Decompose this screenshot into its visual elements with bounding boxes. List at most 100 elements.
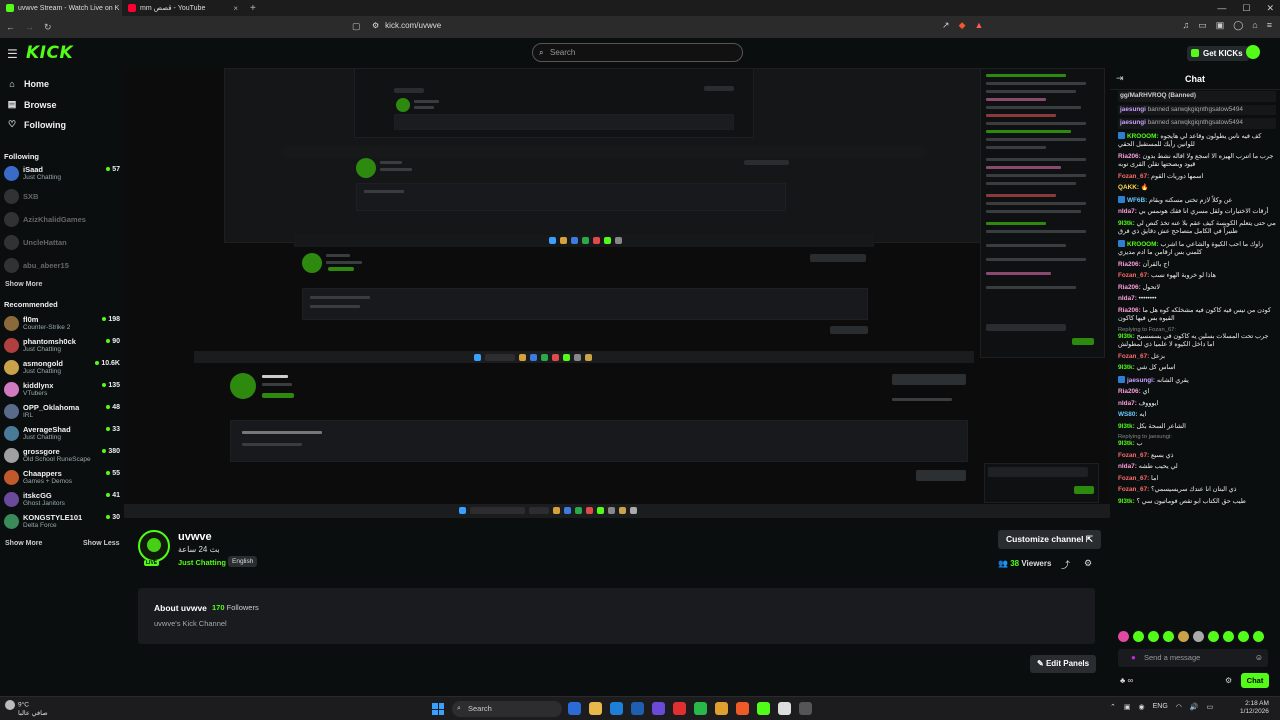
chat-settings-icon[interactable]: ⚙ xyxy=(1225,676,1232,685)
show-more-following-button[interactable]: Show More xyxy=(5,281,42,288)
chat-message[interactable]: Ria206: جرب ما اتنرب الهيزه الا اسجع ولا… xyxy=(1118,153,1276,170)
chat-message[interactable]: WF6B: عن وكلاً لازم تختى مسكنه وبقام xyxy=(1118,195,1276,206)
nav-home[interactable]: ⌂ Home xyxy=(6,79,49,89)
wallet-icon[interactable]: ▣ xyxy=(1216,20,1225,31)
vpn-icon[interactable]: ⌂ xyxy=(1252,20,1257,31)
chat-username[interactable]: 9l3tk: xyxy=(1118,220,1135,227)
user-avatar[interactable] xyxy=(1246,45,1260,59)
chat-username[interactable]: nIda7: xyxy=(1118,208,1137,215)
nav-browse[interactable]: ▤ Browse xyxy=(6,99,57,110)
minimize-icon[interactable]: — xyxy=(1217,3,1226,13)
recommended-channel[interactable]: grossgore Old School RuneScape 380 xyxy=(4,447,120,465)
rewards-icon[interactable]: ▲ xyxy=(975,20,984,31)
chat-username[interactable]: gg/MaRHVROQ (Banned) xyxy=(1120,92,1196,99)
share-icon[interactable]: ⤴ xyxy=(1061,558,1070,571)
chat-message[interactable]: nIda7: أرقات الاختيارات ولقل مسري انا فق… xyxy=(1118,208,1276,217)
clock[interactable]: 2:18 AM 1/12/2026 xyxy=(1240,700,1269,716)
chat-message[interactable]: Fozan_67: اما xyxy=(1118,475,1276,484)
chat-message[interactable]: Fozan_67: بزعل xyxy=(1118,353,1276,362)
emote-icon[interactable] xyxy=(1223,631,1234,642)
chat-message[interactable]: 9l3tk: الشاعر السحة بكل xyxy=(1118,423,1276,432)
recommended-channel[interactable]: kiddlynx VTubers 135 xyxy=(4,381,120,399)
emoji-icon[interactable]: ☺ xyxy=(1255,649,1263,667)
recommended-channel[interactable]: fl0m Counter-Strike 2 198 xyxy=(4,315,120,333)
user-settings-icon[interactable]: ⚙ xyxy=(1084,558,1092,569)
chrome-icon[interactable] xyxy=(715,702,728,715)
search-input[interactable]: ⌕ Search xyxy=(532,43,743,62)
app-icon[interactable] xyxy=(799,702,812,715)
channel-name[interactable]: uvwve xyxy=(178,531,212,543)
kick-app-icon[interactable] xyxy=(757,702,770,715)
chat-message[interactable]: Ria206: لاتحول xyxy=(1118,284,1276,293)
recommended-channel[interactable]: AverageShad Just Chatting 33 xyxy=(4,425,120,443)
chat-message[interactable]: 9l3tk: ب xyxy=(1118,440,1276,449)
emote-icon[interactable] xyxy=(1148,631,1159,642)
url-field[interactable]: ⚙ kick.com/uvwve xyxy=(372,21,441,30)
tab-youtube[interactable]: mm قصص - YouTube × xyxy=(122,0,244,16)
wifi-icon[interactable]: ◠ xyxy=(1176,703,1182,711)
kick-logo[interactable]: KICK xyxy=(26,43,73,63)
following-channel-azizkhalidgames[interactable]: AzizKhalidGames xyxy=(4,211,120,229)
chat-username[interactable]: 9l3tk: xyxy=(1118,423,1135,430)
edit-panels-button[interactable]: ✎ Edit Panels xyxy=(1030,655,1097,673)
chat-message[interactable]: Fozan_67: هاذا لو خروبة الهوء نسب xyxy=(1118,272,1276,281)
following-channel-unclehattan[interactable]: UncleHattan xyxy=(4,234,120,252)
send-chat-button[interactable]: Chat xyxy=(1241,673,1269,688)
channel-avatar[interactable] xyxy=(138,530,170,562)
menu-icon[interactable]: ≡ xyxy=(1267,20,1272,31)
chat-messages[interactable]: gg/MaRHVROQ (Banned) jaesungi banned sar… xyxy=(1118,91,1276,636)
chat-message[interactable]: Ria206: اج بالقرآن xyxy=(1118,261,1276,270)
app-icon[interactable] xyxy=(673,702,686,715)
chat-message[interactable]: Fozan_67: ذي بسيع xyxy=(1118,452,1276,461)
media-icon[interactable]: ♫ xyxy=(1182,20,1189,31)
chat-username[interactable]: Fozan_67: xyxy=(1118,486,1149,493)
emote-icon[interactable] xyxy=(1238,631,1249,642)
chat-message[interactable]: nIda7: لي يحيب طشه xyxy=(1118,463,1276,472)
share-icon[interactable]: ↗ xyxy=(942,20,950,31)
following-channel-sxb[interactable]: SXB xyxy=(4,188,120,206)
bookmark-icon[interactable]: ▢ xyxy=(352,21,361,32)
edge-icon[interactable] xyxy=(610,702,623,715)
chat-username[interactable]: Fozan_67: xyxy=(1118,353,1149,360)
chat-username[interactable]: KROOOM: xyxy=(1127,133,1159,140)
profile-icon[interactable]: ◯ xyxy=(1233,20,1243,31)
chat-username[interactable]: Fozan_67: xyxy=(1118,272,1149,279)
chat-message[interactable]: Ria206: اي xyxy=(1118,388,1276,397)
chat-username[interactable]: Fozan_67: xyxy=(1118,173,1149,180)
discord-icon[interactable] xyxy=(652,702,665,715)
chat-username[interactable]: jaesungi xyxy=(1120,119,1146,126)
chat-message[interactable]: jaesungi banned sarwqkgiqnthgsatow5494 xyxy=(1118,118,1276,129)
close-window-icon[interactable]: ✕ xyxy=(1266,3,1274,14)
forward-icon[interactable]: → xyxy=(25,22,34,32)
brave-shield-icon[interactable]: ◆ xyxy=(959,20,966,31)
chat-username[interactable]: nIda7: xyxy=(1118,463,1137,470)
emote-icon[interactable] xyxy=(1163,631,1174,642)
tab-kick[interactable]: uvwve Stream - Watch Live on K × xyxy=(0,0,122,16)
emote-icon[interactable] xyxy=(1193,631,1204,642)
language-tag[interactable]: English xyxy=(228,556,258,567)
chat-username[interactable]: Ria206: xyxy=(1118,388,1141,395)
brave-icon[interactable] xyxy=(736,702,749,715)
recommended-channel[interactable]: itskcGG Ghost Janitors 41 xyxy=(4,491,120,509)
chat-message[interactable]: nIda7: •••••••• xyxy=(1118,295,1276,304)
tray-app-icon[interactable]: ◉ xyxy=(1139,703,1145,711)
maximize-icon[interactable]: ☐ xyxy=(1242,3,1250,14)
nav-following[interactable]: ♡ Following xyxy=(6,119,66,130)
recommended-channel[interactable]: phantomsh0ck Just Chatting 90 xyxy=(4,337,120,355)
language-indicator[interactable]: ENG xyxy=(1153,703,1168,711)
windows-start-icon[interactable] xyxy=(432,703,444,715)
chat-message[interactable]: Fozan_67: ذي البتان انا عندك سريسيسمي؟ xyxy=(1118,486,1276,495)
chat-username[interactable]: nIda7: xyxy=(1118,400,1137,407)
weather-widget[interactable]: 9°C صافي عالبا xyxy=(5,700,48,718)
stream-category[interactable]: Just Chatting xyxy=(178,558,226,567)
whatsapp-icon[interactable] xyxy=(694,702,707,715)
show-more-recommended-button[interactable]: Show More xyxy=(5,540,42,547)
file-explorer-icon[interactable] xyxy=(589,702,602,715)
chat-message[interactable]: gg/MaRHVROQ (Banned) xyxy=(1118,91,1276,102)
chat-username[interactable]: Ria206: xyxy=(1118,261,1141,268)
chat-username[interactable]: Ria206: xyxy=(1118,284,1141,291)
chat-username[interactable]: jaesungi: xyxy=(1127,377,1155,384)
customize-channel-button[interactable]: Customize channel ⇱ xyxy=(998,530,1101,549)
chat-username[interactable]: 9l3tk: xyxy=(1118,364,1135,371)
get-kicks-button[interactable]: Get KICKs xyxy=(1187,46,1249,61)
